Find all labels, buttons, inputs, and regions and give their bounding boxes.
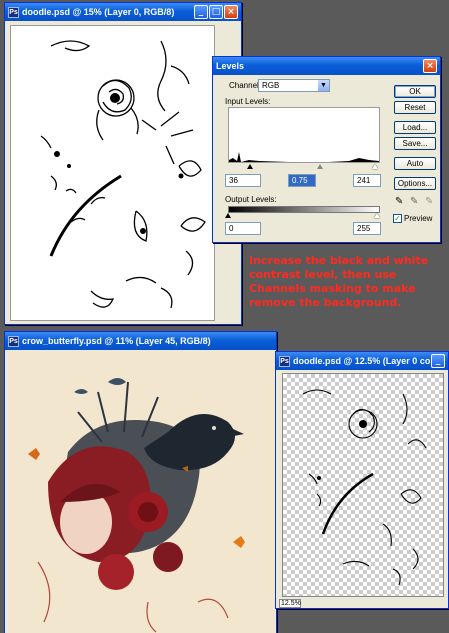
doodle-window[interactable]: Ps doodle.psd @ 15% (Layer 0, RGB/8) _ □… xyxy=(4,2,242,325)
doodle-copy-artwork xyxy=(302,389,427,586)
histogram-graph xyxy=(229,152,379,162)
doodle-copy-title: doodle.psd @ 12.5% (Layer 0 copy 2, R... xyxy=(293,356,430,366)
options-button[interactable]: Options... xyxy=(394,177,436,190)
output-white-slider[interactable] xyxy=(374,213,380,218)
input-levels-label: Input Levels: xyxy=(225,97,271,106)
levels-close-button[interactable]: × xyxy=(423,59,437,73)
annotation-text: Increase the black and white contrast le… xyxy=(249,254,429,309)
doodle-canvas[interactable] xyxy=(10,25,215,321)
chevron-down-icon: ▼ xyxy=(318,80,329,91)
minimize-button[interactable]: _ xyxy=(194,5,208,19)
crow-window-title: crow_butterfly.psd @ 11% (Layer 45, RGB/… xyxy=(22,336,211,346)
doodle-window-title: doodle.psd @ 15% (Layer 0, RGB/8) xyxy=(22,7,175,17)
levels-histogram xyxy=(228,107,380,163)
black-point-slider[interactable] xyxy=(247,164,253,169)
minimize-button[interactable]: _ xyxy=(431,354,445,368)
auto-button[interactable]: Auto xyxy=(394,157,436,170)
preview-checkbox-row[interactable]: ✓ Preview xyxy=(393,214,432,223)
channel-value: RGB xyxy=(262,81,280,90)
channel-label: Channel: xyxy=(229,81,262,90)
reset-button[interactable]: Reset xyxy=(394,101,436,114)
save-button[interactable]: Save... xyxy=(394,137,436,150)
gray-eyedropper-icon[interactable]: ✎ xyxy=(410,196,418,207)
photoshop-icon: Ps xyxy=(8,6,19,18)
maximize-button[interactable]: □ xyxy=(209,5,223,19)
doodle-window-titlebar[interactable]: Ps doodle.psd @ 15% (Layer 0, RGB/8) _ □… xyxy=(5,3,241,21)
doodle-copy-canvas[interactable] xyxy=(282,373,444,597)
preview-checkbox[interactable]: ✓ xyxy=(393,214,402,223)
doodle-copy-window[interactable]: Ps doodle.psd @ 12.5% (Layer 0 copy 2, R… xyxy=(275,351,449,609)
doodle-artwork xyxy=(40,40,206,309)
input-slider-track[interactable] xyxy=(228,164,380,170)
levels-dialog[interactable]: Levels × Channel: RGB ▼ Input Levels: 36… xyxy=(212,56,441,243)
input-white-field[interactable]: 241 xyxy=(353,174,381,187)
white-eyedropper-icon[interactable]: ✎ xyxy=(425,196,433,207)
levels-title: Levels xyxy=(216,61,245,71)
zoom-level: 12.5% xyxy=(281,600,301,607)
crow-window[interactable]: Ps crow_butterfly.psd @ 11% (Layer 45, R… xyxy=(4,331,277,633)
crow-artwork xyxy=(28,378,245,633)
eyedropper-group: ✎ ✎ ✎ xyxy=(395,196,439,208)
crow-window-titlebar[interactable]: Ps crow_butterfly.psd @ 11% (Layer 45, R… xyxy=(5,332,276,350)
photoshop-icon: Ps xyxy=(8,335,19,347)
levels-titlebar[interactable]: Levels × xyxy=(213,57,440,75)
output-slider-track[interactable] xyxy=(225,213,380,219)
black-eyedropper-icon[interactable]: ✎ xyxy=(395,196,403,207)
photoshop-icon: Ps xyxy=(279,355,290,367)
doodle-copy-titlebar[interactable]: Ps doodle.psd @ 12.5% (Layer 0 copy 2, R… xyxy=(276,352,448,370)
output-black-field[interactable]: 0 xyxy=(225,222,261,235)
input-black-field[interactable]: 36 xyxy=(225,174,261,187)
close-button[interactable]: × xyxy=(224,5,238,19)
output-white-field[interactable]: 255 xyxy=(353,222,381,235)
zoom-status-box[interactable]: 12.5% xyxy=(279,599,301,608)
gamma-slider[interactable] xyxy=(317,164,323,169)
output-black-slider[interactable] xyxy=(225,213,231,218)
output-gradient xyxy=(228,206,380,213)
white-point-slider[interactable] xyxy=(372,164,378,169)
channel-select[interactable]: RGB ▼ xyxy=(258,79,330,92)
output-levels-label: Output Levels: xyxy=(225,195,277,204)
ok-button[interactable]: OK xyxy=(394,85,436,98)
load-button[interactable]: Load... xyxy=(394,121,436,134)
crow-canvas[interactable] xyxy=(8,352,274,633)
input-gamma-field[interactable]: 0.75 xyxy=(288,174,316,187)
preview-label: Preview xyxy=(404,214,433,223)
